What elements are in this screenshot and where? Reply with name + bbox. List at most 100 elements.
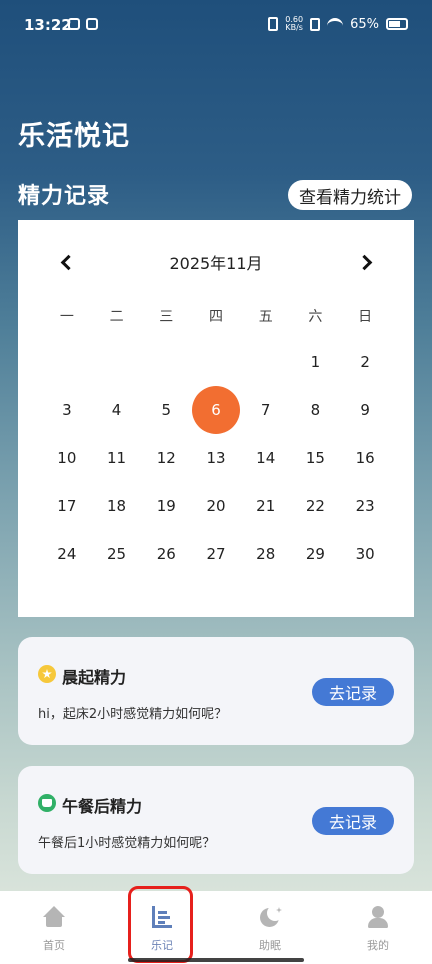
bottom-nav: 首页 乐记 助眠 我的 [0,891,432,964]
network-speed-unit: KB/s [285,23,303,32]
nav-label: 助眠 [259,939,281,952]
calendar-day-number: 6 [191,386,240,434]
calendar-day-number: 15 [305,449,325,467]
app-notification-icon [68,18,80,30]
calendar-day-number: 8 [310,401,321,419]
calendar-day[interactable]: 28 [241,530,291,578]
battery-icon [386,18,408,30]
calendar-day[interactable]: 24 [42,530,92,578]
calendar-day-number: 16 [355,449,375,467]
calendar-day[interactable]: 2 [340,338,390,386]
calendar-day-number: 30 [355,545,375,563]
calendar-day-number: 10 [57,449,77,467]
chevron-right-icon [356,254,372,270]
nav-label: 首页 [43,939,65,952]
calendar-day-number: 27 [206,545,226,563]
status-bar: 13:22 0.60 KB/s 65% [0,0,432,50]
calendar-day[interactable]: 9 [340,386,390,434]
star-icon [38,665,56,683]
nav-item-home[interactable]: 首页 [0,891,108,964]
home-indicator[interactable] [128,958,304,962]
calendar-day-number: 22 [305,497,325,515]
weekday-label: 一 [59,309,74,325]
calendar-day[interactable]: 15 [291,434,341,482]
calendar-day[interactable]: 4 [92,386,142,434]
moon-icon [258,905,283,929]
calendar-day[interactable]: 23 [340,482,390,530]
calendar-day[interactable]: 11 [92,434,142,482]
calendar-empty-cell [241,338,291,386]
calendar-days: 1 2 3 4 5 6 7 8 9 10 11 12 13 14 15 16 17 18 19 20 21 22 23 24 2… [42,338,390,578]
calendar-day[interactable]: 29 [291,530,341,578]
calendar-empty-cell [191,338,241,386]
calendar-day[interactable]: 7 [241,386,291,434]
calendar-day-number: 25 [107,545,127,563]
app-title: 乐活悦记 [18,121,130,152]
nav-item-sleep[interactable]: 助眠 [216,891,324,964]
after-lunch-energy-card: 午餐后精力 午餐后1小时感觉精力如何呢？ 去记录 [18,766,414,874]
coffee-icon [38,794,56,812]
calendar-day[interactable]: 13 [191,434,241,482]
morning-energy-card: 晨起精力 hi，起床2小时感觉精力如何呢？ 去记录 [18,637,414,745]
calendar-day[interactable]: 19 [141,482,191,530]
card-description: 午餐后1小时感觉精力如何呢？ [38,836,216,851]
vibrate-icon [268,17,279,31]
calendar-day[interactable]: 30 [340,530,390,578]
weekday-label: 四 [208,309,223,325]
nav-item-profile[interactable]: 我的 [324,891,432,964]
calendar-day-number: 24 [57,545,77,563]
calendar: 2025年11月 一二三四五六日 1 2 3 4 5 6 7 8 9 10 11 12 13 14 15 16… [18,220,414,617]
calendar-day[interactable]: 17 [42,482,92,530]
calendar-day[interactable]: 5 [141,386,191,434]
user-icon [366,905,390,929]
calendar-day[interactable]: 3 [42,386,92,434]
notification-icons [68,18,98,30]
calendar-day-number: 4 [111,401,122,419]
calendar-day[interactable]: 22 [291,482,341,530]
weekday-label: 二 [109,309,124,325]
calendar-day-number: 29 [305,545,325,563]
calendar-day[interactable]: 8 [291,386,341,434]
calendar-day[interactable]: 16 [340,434,390,482]
calendar-month-label: 2025年11月 [169,254,263,273]
calendar-day[interactable]: 18 [92,482,142,530]
calendar-day[interactable]: 10 [42,434,92,482]
weekday-label: 三 [159,309,174,325]
card-title: 午餐后精力 [62,797,143,816]
message-notification-icon [86,18,98,30]
calendar-day[interactable]: 1 [291,338,341,386]
home-icon [42,905,66,929]
network-speed: 0.60 KB/s [285,16,303,32]
calendar-day-number: 7 [260,401,271,419]
calendar-day-number: 9 [360,401,370,419]
calendar-empty-cell [42,338,92,386]
calendar-day[interactable]: 21 [241,482,291,530]
next-month-button[interactable] [356,250,376,274]
card-title: 晨起精力 [62,668,127,687]
calendar-day-number: 11 [107,449,127,467]
highlight-box [128,886,193,963]
calendar-day[interactable]: 26 [141,530,191,578]
card-description: hi，起床2小时感觉精力如何呢？ [38,707,228,722]
calendar-day-number: 12 [156,449,176,467]
calendar-day-number: 14 [256,449,276,467]
weekday-label: 日 [358,309,373,325]
weekday-header: 一二三四五六日 [42,306,390,328]
calendar-day[interactable]: 6 [191,386,241,434]
view-stats-button[interactable]: 查看精力统计 [288,180,412,210]
record-button[interactable]: 去记录 [312,678,394,706]
record-button[interactable]: 去记录 [312,807,394,835]
calendar-day[interactable]: 12 [141,434,191,482]
calendar-day-number: 17 [57,497,77,515]
weekday-label: 五 [258,309,273,325]
calendar-day[interactable]: 14 [241,434,291,482]
calendar-day-number: 5 [161,401,172,419]
calendar-day-number: 3 [62,401,72,419]
calendar-day[interactable]: 25 [92,530,142,578]
calendar-day-number: 28 [256,545,276,563]
status-right: 0.60 KB/s 65% [268,16,408,32]
calendar-day[interactable]: 20 [191,482,241,530]
calendar-empty-cell [141,338,191,386]
calendar-day-number: 2 [360,353,370,371]
calendar-day[interactable]: 27 [191,530,241,578]
